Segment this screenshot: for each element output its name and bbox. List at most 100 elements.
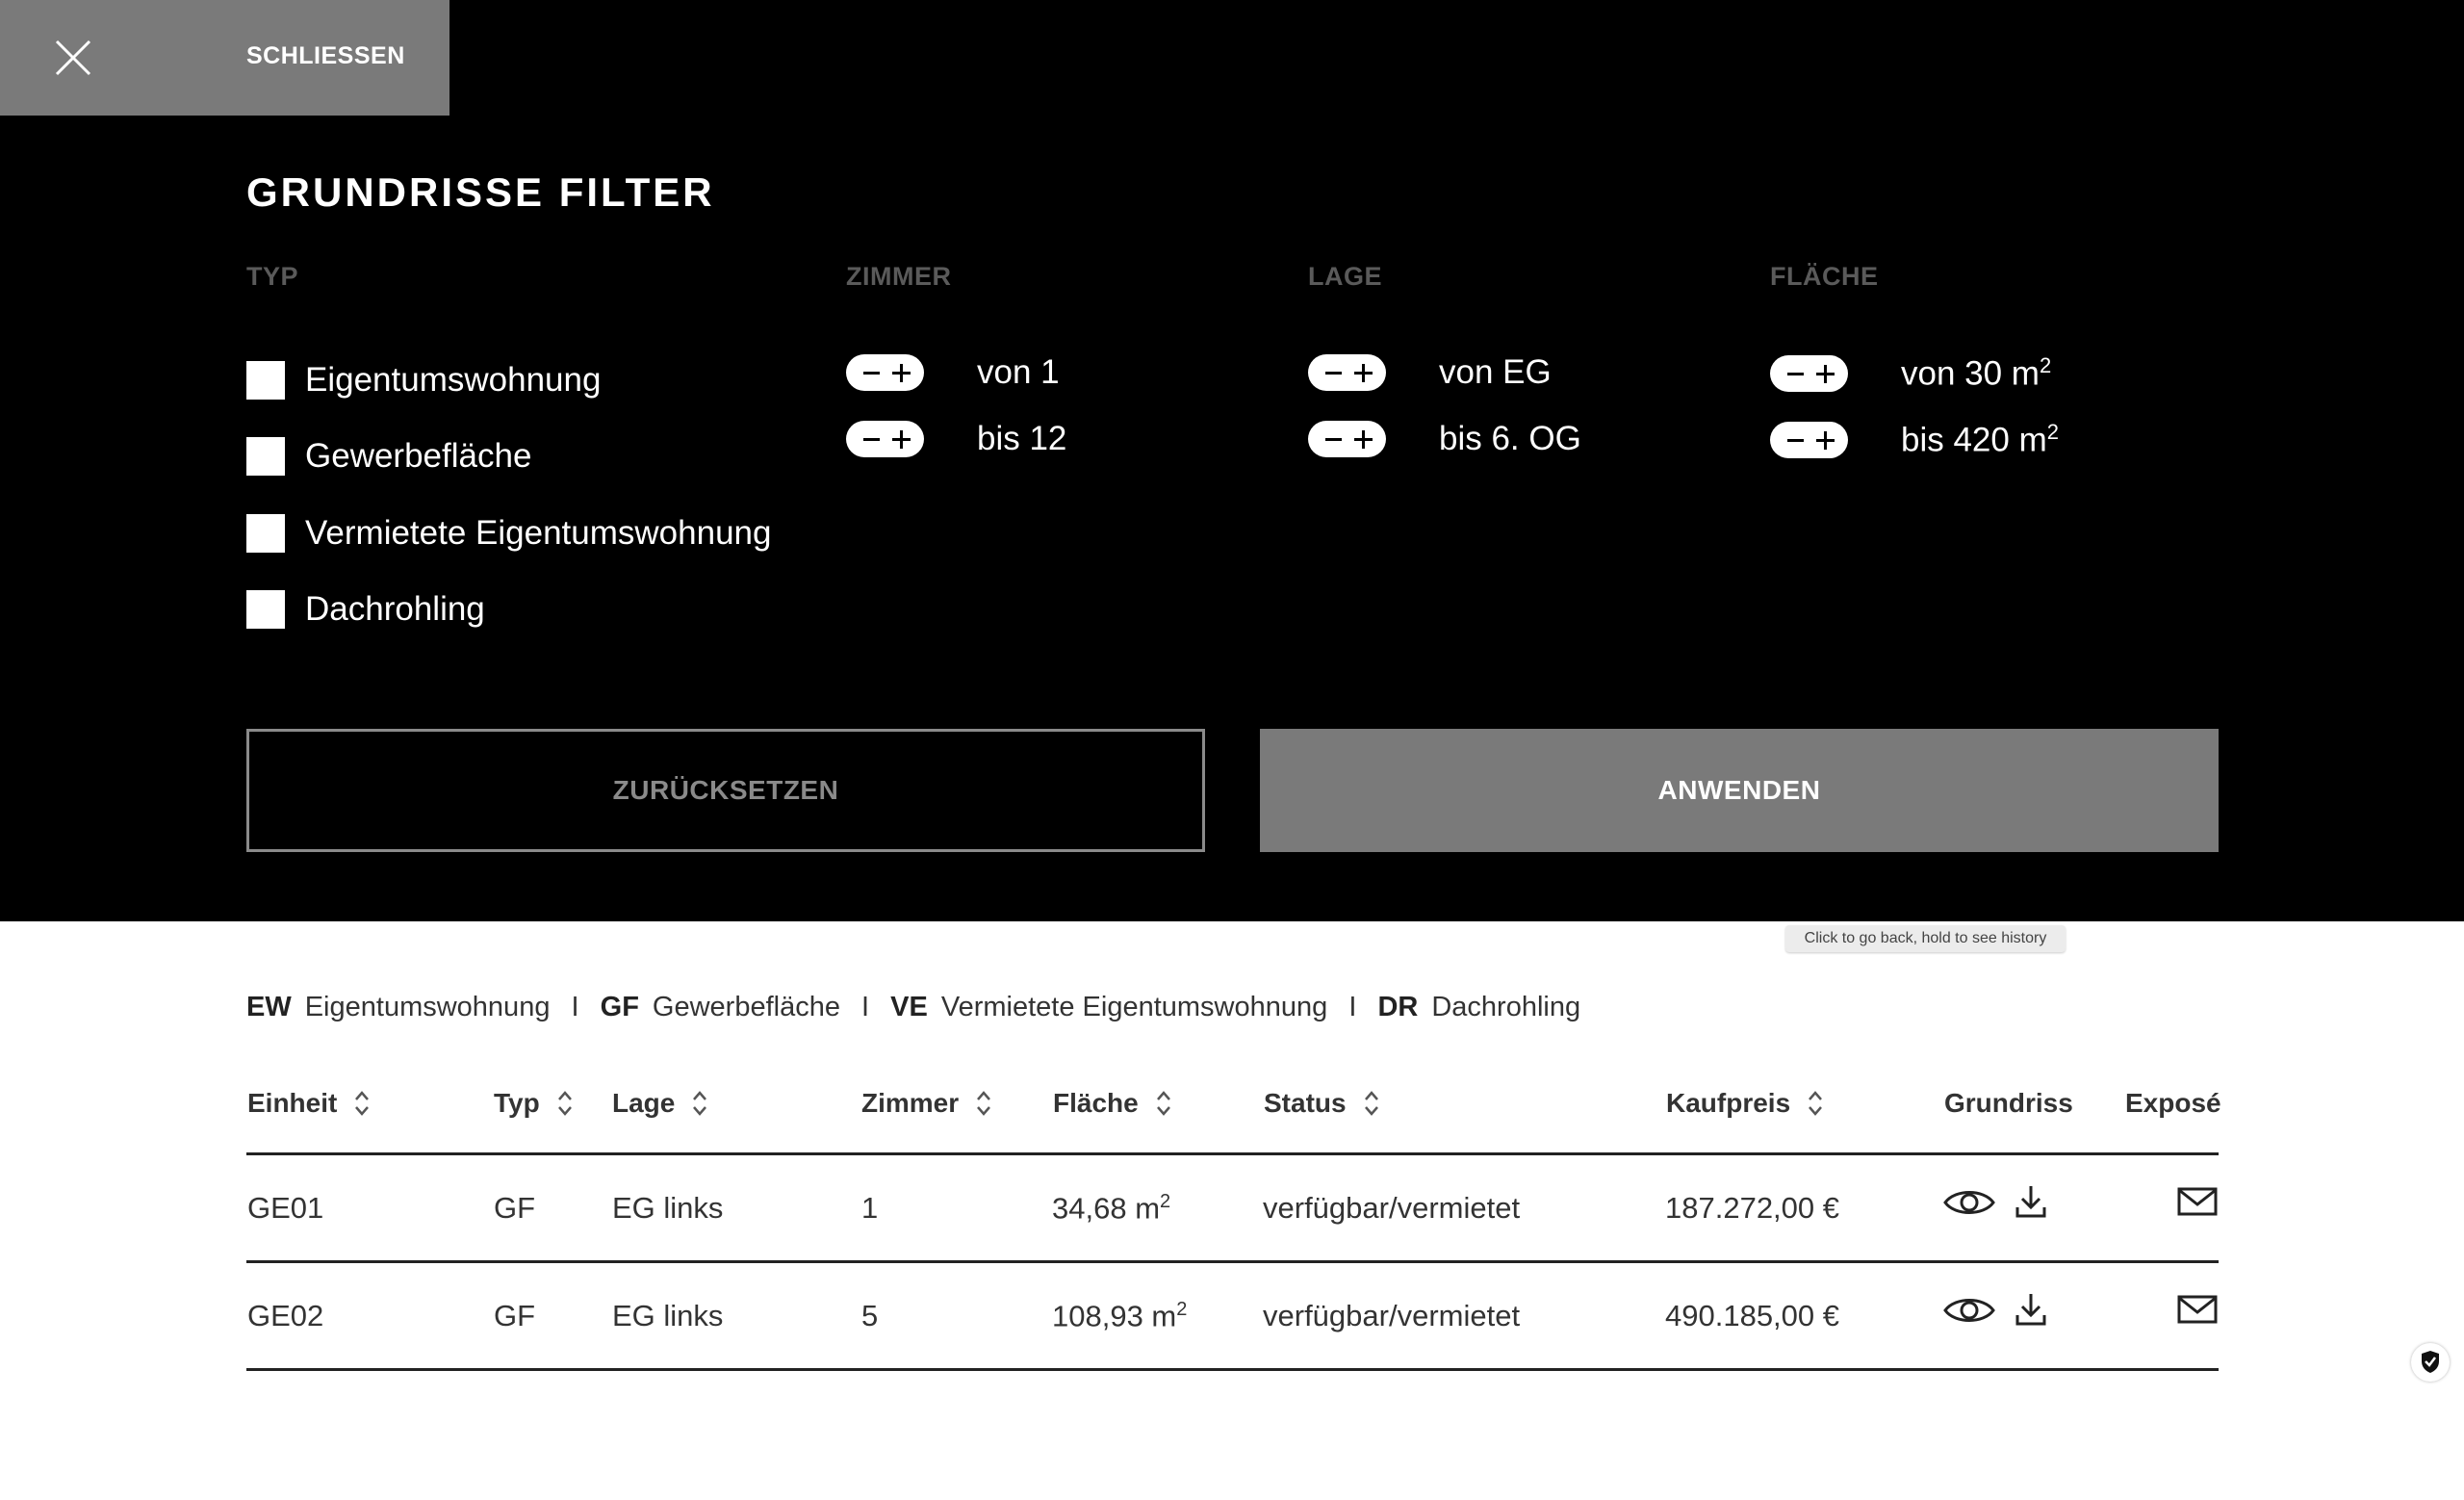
header-lage[interactable]: Lage	[612, 1088, 707, 1119]
stepper-pill	[846, 421, 924, 457]
plus-icon[interactable]	[1349, 357, 1376, 388]
sort-icon[interactable]	[1156, 1090, 1171, 1117]
zimmer-to-value: bis 12	[977, 420, 1067, 457]
checkbox[interactable]	[246, 590, 285, 629]
cell-einheit: GE01	[247, 1191, 324, 1225]
cell-zimmer: 5	[861, 1299, 879, 1332]
lage-from-value: von EG	[1439, 353, 1552, 391]
sort-icon[interactable]	[692, 1090, 707, 1117]
cell-status: verfügbar/vermietet	[1263, 1299, 1521, 1332]
legend-code: VE	[890, 992, 928, 1022]
cell-lage: EG links	[612, 1299, 724, 1332]
close-icon	[55, 39, 91, 76]
stepper-pill	[846, 354, 924, 391]
shield-check-icon	[2422, 1351, 2439, 1373]
legend-label: Vermietete Eigentumswohnung	[940, 992, 1328, 1022]
header-flaeche[interactable]: Fläche	[1053, 1088, 1171, 1119]
legend-code: GF	[600, 992, 639, 1022]
cell-zimmer: 1	[861, 1191, 879, 1225]
cell-lage: EG links	[612, 1191, 724, 1225]
legend-label: Eigentumswohnung	[304, 992, 551, 1022]
legend-label: Dachrohling	[1431, 992, 1581, 1022]
cell-flaeche: 34,68 m2	[1052, 1191, 1171, 1226]
typ-heading: TYP	[246, 262, 299, 291]
mail-icon[interactable]	[2177, 1295, 2218, 1324]
plus-icon[interactable]	[1349, 424, 1376, 454]
legend-separator: I	[861, 992, 870, 1022]
back-tooltip: Click to go back, hold to see history	[1785, 925, 2066, 952]
lage-to-value: bis 6. OG	[1439, 420, 1581, 457]
minus-icon[interactable]	[1782, 358, 1809, 389]
reset-button[interactable]: ZURÜCKSETZEN	[246, 729, 1205, 852]
legend-label: Gewerbefläche	[652, 992, 840, 1022]
cell-typ: GF	[494, 1191, 536, 1225]
cell-kaufpreis: 187.272,00 €	[1665, 1191, 1840, 1225]
legend-separator: I	[1348, 992, 1357, 1022]
type-legend: EW Eigentumswohnung I GF Gewerbefläche I V…	[246, 992, 1580, 1023]
table-header-divider	[246, 1152, 2219, 1155]
close-label: SCHLIESSEN	[246, 42, 405, 69]
view-eye-icon[interactable]	[1943, 1294, 1995, 1327]
checkbox[interactable]	[246, 514, 285, 553]
flaeche-from-value: von 30 m2	[1901, 353, 2052, 393]
download-icon[interactable]	[2015, 1184, 2046, 1219]
legend-code: DR	[1377, 992, 1419, 1022]
stepper-pill	[1770, 354, 1848, 392]
plus-icon[interactable]	[1811, 358, 1838, 389]
minus-icon[interactable]	[1320, 357, 1347, 388]
minus-icon[interactable]	[858, 424, 885, 454]
minus-icon[interactable]	[1320, 424, 1347, 454]
zimmer-heading: ZIMMER	[846, 262, 952, 291]
checkbox[interactable]	[246, 437, 285, 476]
flaeche-to-stepper: bis 420 m2	[1770, 420, 2059, 460]
apply-button[interactable]: ANWENDEN	[1260, 729, 2219, 852]
sort-icon[interactable]	[354, 1090, 370, 1117]
stepper-pill	[1770, 421, 1848, 458]
plus-icon[interactable]	[887, 357, 914, 388]
header-zimmer[interactable]: Zimmer	[861, 1088, 991, 1119]
close-button[interactable]: SCHLIESSEN	[0, 0, 449, 116]
sort-icon[interactable]	[976, 1090, 991, 1117]
stepper-pill	[1308, 421, 1386, 457]
typ-option-gewerbeflaeche[interactable]: Gewerbefläche	[246, 437, 531, 476]
typ-option-vermietete-eigentumswohnung[interactable]: Vermietete Eigentumswohnung	[246, 514, 771, 553]
mail-icon[interactable]	[2177, 1187, 2218, 1216]
header-status[interactable]: Status	[1264, 1088, 1379, 1119]
sort-icon[interactable]	[1808, 1090, 1823, 1117]
lage-heading: LAGE	[1308, 262, 1383, 291]
cell-status: verfügbar/vermietet	[1263, 1191, 1521, 1225]
flaeche-from-stepper: von 30 m2	[1770, 353, 2051, 394]
row-divider	[246, 1368, 2219, 1371]
flaeche-to-value: bis 420 m2	[1901, 420, 2059, 459]
legend-separator: I	[571, 992, 579, 1022]
lage-from-stepper: von EG	[1308, 353, 1552, 392]
header-typ[interactable]: Typ	[494, 1088, 573, 1119]
minus-icon[interactable]	[858, 357, 885, 388]
legend-code: EW	[246, 992, 292, 1022]
cell-kaufpreis: 490.185,00 €	[1665, 1299, 1840, 1332]
plus-icon[interactable]	[887, 424, 914, 454]
sort-icon[interactable]	[1364, 1090, 1379, 1117]
header-grundriss: Grundriss	[1944, 1088, 2073, 1118]
checkbox[interactable]	[246, 361, 285, 400]
lage-to-stepper: bis 6. OG	[1308, 420, 1581, 458]
typ-option-eigentumswohnung[interactable]: Eigentumswohnung	[246, 361, 601, 400]
row-divider	[246, 1260, 2219, 1263]
filter-panel: SCHLIESSEN GRUNDRISSE FILTER TYP ZIMMER …	[0, 0, 2464, 921]
zimmer-from-stepper: von 1	[846, 353, 1060, 392]
sort-icon[interactable]	[557, 1090, 573, 1117]
zimmer-to-stepper: bis 12	[846, 420, 1066, 458]
flaeche-heading: FLÄCHE	[1770, 262, 1879, 291]
stepper-pill	[1308, 354, 1386, 391]
typ-option-dachrohling[interactable]: Dachrohling	[246, 590, 485, 629]
download-icon[interactable]	[2015, 1292, 2046, 1327]
header-kaufpreis[interactable]: Kaufpreis	[1666, 1088, 1823, 1119]
header-expose: Exposé	[2125, 1088, 2221, 1118]
plus-icon[interactable]	[1811, 425, 1838, 455]
filter-title: GRUNDRISSE FILTER	[246, 169, 715, 215]
privacy-shield-button[interactable]	[2411, 1343, 2450, 1382]
cell-flaeche: 108,93 m2	[1052, 1299, 1188, 1333]
header-einheit[interactable]: Einheit	[247, 1088, 370, 1119]
minus-icon[interactable]	[1782, 425, 1809, 455]
view-eye-icon[interactable]	[1943, 1186, 1995, 1219]
